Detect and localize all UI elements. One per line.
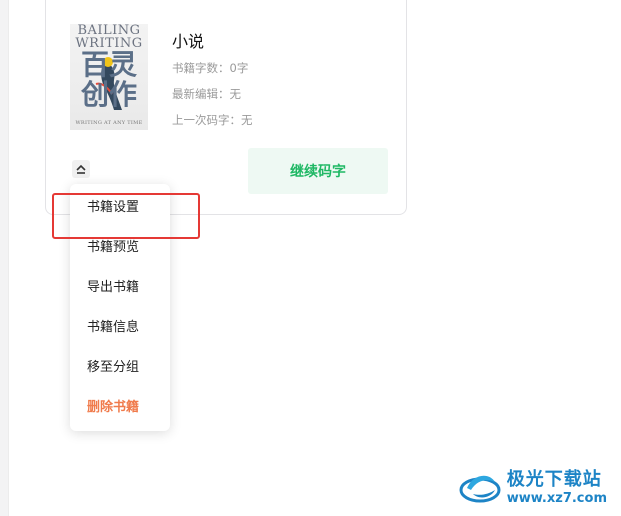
- menu-item-book-info[interactable]: 书籍信息: [70, 313, 170, 343]
- menu-item-book-settings[interactable]: 书籍设置: [70, 193, 170, 223]
- menu-item-export-book[interactable]: 导出书籍: [70, 273, 170, 303]
- continue-writing-button[interactable]: 继续码字: [248, 148, 388, 194]
- book-word-count: 书籍字数：0字: [172, 61, 249, 75]
- menu-item-book-preview[interactable]: 书籍预览: [70, 233, 170, 263]
- cover-title: BAILING WRITING: [70, 24, 148, 50]
- cover-subtitle: WRITING AT ANY TIME: [75, 120, 143, 126]
- menu-item-delete-book[interactable]: 删除书籍: [70, 393, 170, 423]
- watermark-logo-icon: [459, 475, 501, 503]
- book-title: 小说: [172, 32, 205, 51]
- collapse-chevron-icon: [76, 164, 86, 174]
- book-last-edit: 最新编辑：无: [172, 87, 241, 101]
- cover-art-line2: 创作: [80, 78, 137, 111]
- book-options-menu: 书籍设置 书籍预览 导出书籍 书籍信息 移至分组 删除书籍: [70, 184, 170, 431]
- watermark-url: www.xz7.com: [506, 491, 607, 506]
- left-sidebar-edge: [0, 0, 9, 516]
- book-last-coding: 上一次码字：无: [172, 113, 253, 127]
- cover-art-text: 百灵 创作: [74, 50, 144, 110]
- menu-item-move-to-group[interactable]: 移至分组: [70, 353, 170, 383]
- cover-art-line1: 百灵: [80, 48, 137, 81]
- watermark-name: 极光下载站: [506, 469, 602, 490]
- more-options-toggle[interactable]: [72, 160, 90, 178]
- site-watermark: 极光下载站 www.xz7.com: [459, 468, 607, 508]
- book-cover[interactable]: BAILING WRITING 百灵 创作 WRITING AT ANY TIM…: [70, 24, 148, 130]
